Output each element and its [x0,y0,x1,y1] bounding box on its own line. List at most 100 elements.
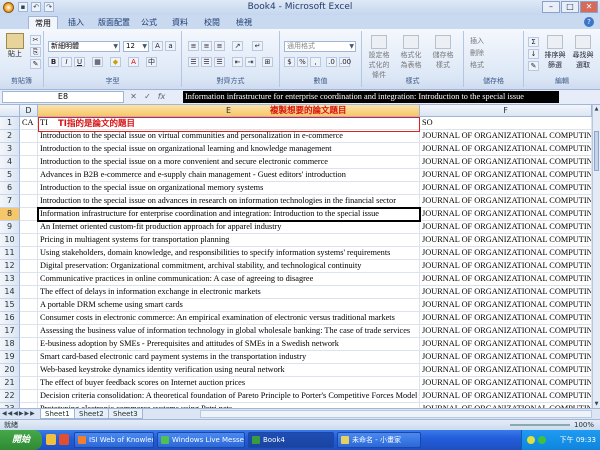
cell-f[interactable]: JOURNAL OF ORGANIZATIONAL COMPUTING AND … [420,169,592,182]
decrease-decimal-icon[interactable]: .00 [339,57,351,67]
cell-e[interactable]: Web-based keystroke dynamics identity ve… [38,364,420,377]
autosum-icon[interactable]: Σ [528,37,539,47]
cell-f[interactable]: JOURNAL OF ORGANIZATIONAL COMPUTING AND … [420,208,592,221]
quick-launch-browser-icon[interactable] [59,434,69,445]
row-header[interactable]: 11 [0,247,20,260]
row-header[interactable]: 12 [0,260,20,273]
paste-button[interactable]: 貼上 [3,33,27,59]
cell-f[interactable]: JOURNAL OF ORGANIZATIONAL COMPUTING AND … [420,338,592,351]
cell-e[interactable]: Digital preservation: Organizational com… [38,260,420,273]
cell-e[interactable]: Advances in B2B e-commerce and e-supply … [38,169,420,182]
row-header[interactable]: 4 [0,156,20,169]
tab-data[interactable]: 資料 [166,16,194,29]
row-header[interactable]: 16 [0,312,20,325]
cell-d[interactable] [20,195,38,208]
cell-d[interactable] [20,299,38,312]
row-header[interactable]: 1 [0,117,20,130]
cell-d[interactable] [20,208,38,221]
cell-f[interactable]: JOURNAL OF ORGANIZATIONAL COMPUTING AND … [420,286,592,299]
cell-f[interactable]: JOURNAL OF ORGANIZATIONAL COMPUTING AND … [420,182,592,195]
cell-e[interactable]: E-business adoption by SMEs - Prerequisi… [38,338,420,351]
number-format-combo[interactable]: 通用格式 ▼ [284,41,356,52]
vertical-scrollbar[interactable]: ▲ ▼ [592,105,600,408]
percent-icon[interactable]: % [297,57,308,67]
cancel-icon[interactable]: ✕ [128,91,139,103]
cell-styles-button[interactable]: 儲存格樣式 [430,33,456,69]
row-header[interactable]: 17 [0,325,20,338]
cell-d[interactable] [20,156,38,169]
select-all-corner[interactable] [0,105,20,117]
cell-e[interactable]: Pricing in multiagent systems for transp… [38,234,420,247]
row-header[interactable]: 9 [0,221,20,234]
shrink-font-icon[interactable]: a [165,41,176,51]
cell-d[interactable] [20,273,38,286]
scroll-down-icon[interactable]: ▼ [593,400,600,408]
cell-d[interactable] [20,221,38,234]
cell-e[interactable]: Information infrastructure for enterpris… [38,208,420,221]
comma-icon[interactable]: , [310,57,321,67]
cell-e[interactable]: The effect of delays in information exch… [38,286,420,299]
cell-d[interactable] [20,234,38,247]
cell-f[interactable]: JOURNAL OF ORGANIZATIONAL COMPUTING AND … [420,130,592,143]
fill-color-icon[interactable]: ◆ [110,57,121,67]
taskbar-item-isi[interactable]: ISI Web of Knowledg... [74,432,154,448]
cell-d[interactable] [20,377,38,390]
cell-f[interactable]: JOURNAL OF ORGANIZATIONAL COMPUTING AND … [420,221,592,234]
cell-d[interactable] [20,351,38,364]
zoom-slider[interactable] [510,424,570,426]
insert-function-icon[interactable]: fx [156,91,167,103]
help-icon[interactable]: ? [584,17,594,27]
quick-launch-folder-icon[interactable] [46,434,56,445]
cell-d[interactable] [20,182,38,195]
cell-f[interactable]: JOURNAL OF ORGANIZATIONAL COMPUTING AND … [420,299,592,312]
taskbar-item-excel[interactable]: Book4 [248,432,334,448]
border-icon[interactable]: ▦ [92,57,103,67]
cell-d[interactable]: CA [20,117,38,130]
cell-d[interactable] [20,364,38,377]
cell-f[interactable]: JOURNAL OF ORGANIZATIONAL COMPUTING AND … [420,325,592,338]
maximize-icon[interactable]: □ [561,1,579,13]
tab-page-layout[interactable]: 版面配置 [92,16,136,29]
underline-icon[interactable]: U [74,57,85,67]
grow-font-icon[interactable]: A [152,41,163,51]
cell-e[interactable]: Introduction to the special issue on org… [38,143,420,156]
phonetic-icon[interactable]: 中 [146,57,157,67]
cell-d[interactable] [20,338,38,351]
row-header[interactable]: 5 [0,169,20,182]
font-name-combo[interactable]: 新細明體 ▼ [48,41,120,52]
cell-d[interactable] [20,130,38,143]
column-header-f[interactable]: F [420,105,592,117]
indent-increase-icon[interactable]: ⇥ [245,57,256,67]
start-button[interactable]: 開始 [0,430,42,450]
cell-f[interactable]: JOURNAL OF ORGANIZATIONAL COMPUTING AND … [420,312,592,325]
merge-center-icon[interactable]: ⊞ [262,57,273,67]
cell-e[interactable]: Introduction to the special issue on org… [38,182,420,195]
row-header[interactable]: 18 [0,338,20,351]
row-header[interactable]: 21 [0,377,20,390]
cell-d[interactable] [20,312,38,325]
column-header-d[interactable]: D [20,105,38,117]
cell-d[interactable] [20,260,38,273]
sheet-tab-3[interactable]: Sheet3 [108,409,143,419]
cell-e[interactable]: A portable DRM scheme using smart cards [38,299,420,312]
cell-e[interactable]: Assessing the business value of informat… [38,325,420,338]
taskbar-item-messenger[interactable]: Windows Live Messen... [157,432,245,448]
cell-d[interactable] [20,286,38,299]
tab-insert[interactable]: 插入 [62,16,90,29]
bold-icon[interactable]: B [48,57,59,67]
row-header[interactable]: 13 [0,273,20,286]
indent-decrease-icon[interactable]: ⇤ [232,57,243,67]
cell-f[interactable]: SO [420,117,592,130]
cell-d[interactable] [20,390,38,403]
cell-f[interactable]: JOURNAL OF ORGANIZATIONAL COMPUTING AND … [420,234,592,247]
cell-f[interactable]: JOURNAL OF ORGANIZATIONAL COMPUTING AND … [420,247,592,260]
cell-f[interactable]: JOURNAL OF ORGANIZATIONAL COMPUTING AND … [420,390,592,403]
cell-e[interactable]: Communicative practices in online commun… [38,273,420,286]
font-size-combo[interactable]: 12 ▼ [123,41,149,52]
tab-home[interactable]: 常用 [28,16,58,29]
row-header[interactable]: 19 [0,351,20,364]
align-left-icon[interactable]: ☰ [188,57,199,67]
close-icon[interactable]: ✕ [580,1,598,13]
find-select-button[interactable]: 尋找與選取 [570,33,596,69]
column-header-e[interactable]: E [38,105,420,117]
